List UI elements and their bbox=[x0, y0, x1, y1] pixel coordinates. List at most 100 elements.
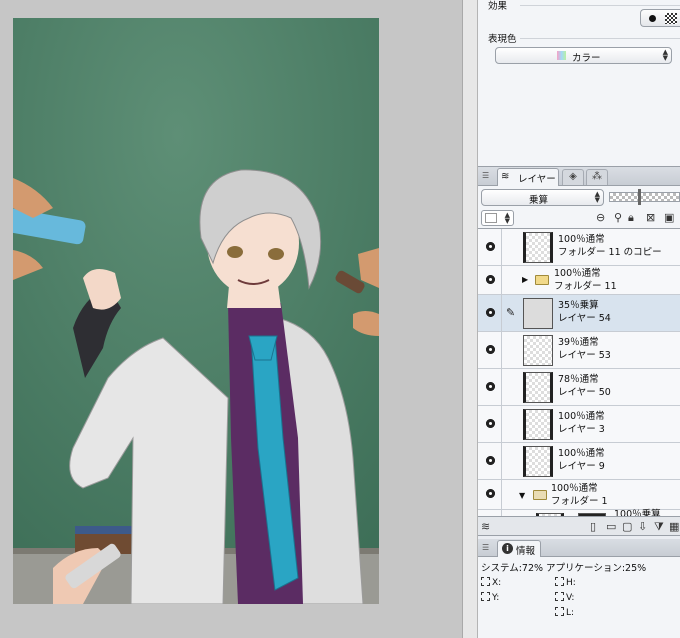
clip-icon[interactable]: ⊖ bbox=[596, 211, 605, 224]
v-value: V: bbox=[555, 592, 574, 603]
tab-info[interactable]: i 情報 bbox=[497, 540, 541, 557]
transfer-down-icon[interactable]: ⇩ bbox=[638, 520, 647, 533]
layer-info: 100％通常 フォルダー 11 のコピー bbox=[558, 233, 662, 259]
new-raster-layer-icon[interactable]: ▯ bbox=[590, 520, 596, 533]
x-coord-icon bbox=[481, 577, 490, 586]
l-coord-icon bbox=[555, 607, 564, 616]
lock-icon[interactable]: 🔒︎ bbox=[628, 211, 634, 225]
eye-icon[interactable] bbox=[486, 489, 495, 498]
blend-mode-value: 乗算 bbox=[529, 195, 549, 206]
eye-icon[interactable] bbox=[486, 345, 495, 354]
info-panel-body: システム:72% アプリケーション:25% X: Y: H: V: L: bbox=[478, 557, 680, 638]
l-value: L: bbox=[555, 607, 574, 618]
visibility-toggle[interactable] bbox=[478, 266, 502, 294]
eye-icon[interactable] bbox=[486, 382, 495, 391]
layer-row[interactable]: ▶ 100％通常 フォルダー 11 bbox=[478, 266, 680, 295]
info-panel-tabs: ☰ i 情報 bbox=[478, 539, 680, 557]
effect-buttons[interactable] bbox=[640, 9, 680, 27]
visibility-toggle[interactable] bbox=[478, 406, 502, 442]
layer-info: 100％乗算 bbox=[614, 508, 661, 516]
expression-color-label: 表現色 bbox=[488, 34, 517, 45]
tab-info-label: 情報 bbox=[516, 546, 536, 557]
tab-layer-label: レイヤー bbox=[518, 174, 556, 185]
select-arrows-icon: ▲ ▼ bbox=[662, 48, 668, 62]
y-coord-icon bbox=[481, 592, 490, 601]
eye-icon[interactable] bbox=[486, 242, 495, 251]
layer-name: レイヤー 50 bbox=[558, 387, 611, 398]
visibility-toggle[interactable] bbox=[478, 295, 502, 331]
panel-menu-icon[interactable]: ☰ bbox=[482, 171, 489, 180]
layer-name: フォルダー 11 bbox=[554, 281, 617, 292]
layer-thumbnail bbox=[523, 409, 553, 440]
layer-row[interactable]: ▼ 100％通常 フォルダー 1 bbox=[478, 480, 680, 510]
tab-navigator[interactable]: ◈ bbox=[562, 169, 584, 185]
layer-row[interactable]: ✎ 35％乗算 レイヤー 54 bbox=[478, 295, 680, 332]
delete-layer-icon[interactable]: ▦ bbox=[669, 520, 679, 533]
layer-row[interactable]: 100％通常 レイヤー 9 bbox=[478, 443, 680, 480]
layer-row[interactable]: 39％通常 レイヤー 53 bbox=[478, 332, 680, 369]
h-value: H: bbox=[555, 577, 576, 588]
material-icon: ⁂ bbox=[592, 171, 602, 182]
layer-blend-opacity: 100％通常 bbox=[551, 483, 598, 494]
eye-icon[interactable] bbox=[486, 419, 495, 428]
v-label: V: bbox=[566, 593, 575, 603]
new-vector-layer-icon[interactable]: ▭ bbox=[606, 520, 616, 533]
layer-stack-icon[interactable]: ≋ bbox=[481, 520, 490, 533]
expression-color-select[interactable]: カラー ▲ ▼ bbox=[495, 47, 672, 64]
new-folder-icon[interactable]: ▢ bbox=[622, 520, 632, 533]
blend-mode-select[interactable]: 乗算 ▲ ▼ bbox=[481, 189, 604, 206]
visibility-toggle[interactable] bbox=[478, 369, 502, 405]
visibility-toggle[interactable] bbox=[478, 332, 502, 368]
artwork-canvas[interactable] bbox=[13, 18, 379, 604]
lock-transparency-icon[interactable]: ⊠ bbox=[646, 211, 655, 224]
canvas-vertical-scrollbar[interactable] bbox=[462, 0, 478, 638]
tab-material[interactable]: ⁂ bbox=[586, 169, 608, 185]
layer-info: 78％通常 レイヤー 50 bbox=[558, 373, 611, 399]
checker-icon[interactable] bbox=[665, 13, 677, 24]
eye-icon[interactable] bbox=[486, 456, 495, 465]
layer-color-select[interactable]: ▲ ▼ bbox=[481, 210, 514, 226]
side-panel: 効果 表現色 カラー ▲ ▼ ☰ ≋ レイヤー ◈ ⁂ 乗算 ▲ ▼ ▲ ▼ ⊖… bbox=[478, 0, 680, 638]
folder-icon bbox=[533, 490, 547, 500]
layer-info: 100％通常 フォルダー 11 bbox=[554, 267, 617, 293]
expand-right-icon[interactable]: ▶ bbox=[522, 275, 528, 284]
solid-dot-icon[interactable] bbox=[649, 15, 656, 22]
layer-info: 100％通常 フォルダー 1 bbox=[551, 482, 608, 508]
h-coord-icon bbox=[555, 577, 564, 586]
eye-icon[interactable] bbox=[486, 308, 495, 317]
tool-property-panel: 効果 表現色 カラー ▲ ▼ bbox=[478, 0, 680, 167]
reference-icon[interactable]: ⚲ bbox=[614, 211, 622, 224]
layer-name: レイヤー 3 bbox=[558, 424, 605, 435]
y-label: Y: bbox=[492, 593, 500, 603]
layer-blend-opacity: 78％通常 bbox=[558, 374, 599, 385]
canvas-area[interactable] bbox=[0, 0, 462, 638]
layer-row[interactable]: 100％通常 レイヤー 3 bbox=[478, 406, 680, 443]
panel-menu-icon[interactable]: ☰ bbox=[482, 543, 489, 552]
tab-layer[interactable]: ≋ レイヤー bbox=[497, 168, 559, 186]
layer-info: 100％通常 レイヤー 3 bbox=[558, 410, 605, 436]
layer-blend-opacity: 100％通常 bbox=[558, 448, 605, 459]
expression-color-divider bbox=[520, 38, 680, 39]
visibility-toggle[interactable] bbox=[478, 480, 502, 509]
layer-thumbnail bbox=[523, 232, 553, 263]
h-label: H: bbox=[566, 578, 576, 588]
opacity-slider-knob[interactable] bbox=[638, 189, 641, 205]
v-coord-icon bbox=[555, 592, 564, 601]
select-arrows-icon: ▲ ▼ bbox=[504, 211, 510, 225]
merge-down-icon[interactable]: ⧩ bbox=[654, 520, 664, 534]
expand-down-icon[interactable]: ▼ bbox=[519, 491, 525, 500]
visibility-toggle[interactable] bbox=[478, 229, 502, 265]
opacity-slider[interactable] bbox=[609, 189, 680, 205]
navigator-icon: ◈ bbox=[569, 171, 577, 182]
layer-row[interactable]: 100％通常 フォルダー 11 のコピー bbox=[478, 229, 680, 266]
layer-thumbnail bbox=[523, 335, 553, 366]
mask-icon[interactable]: ▣ bbox=[664, 211, 674, 224]
layer-color-swatch bbox=[485, 213, 497, 223]
visibility-toggle[interactable] bbox=[478, 443, 502, 479]
layer-name: フォルダー 11 のコピー bbox=[558, 247, 662, 258]
pen-icon: ✎ bbox=[506, 306, 516, 319]
layer-row[interactable]: 78％通常 レイヤー 50 bbox=[478, 369, 680, 406]
eye-icon[interactable] bbox=[486, 275, 495, 284]
layer-stack-icon: ≋ bbox=[501, 171, 510, 182]
layer-list[interactable]: 100％通常 フォルダー 11 のコピー ▶ 100％通常 フォルダー 11 ✎… bbox=[478, 229, 680, 516]
